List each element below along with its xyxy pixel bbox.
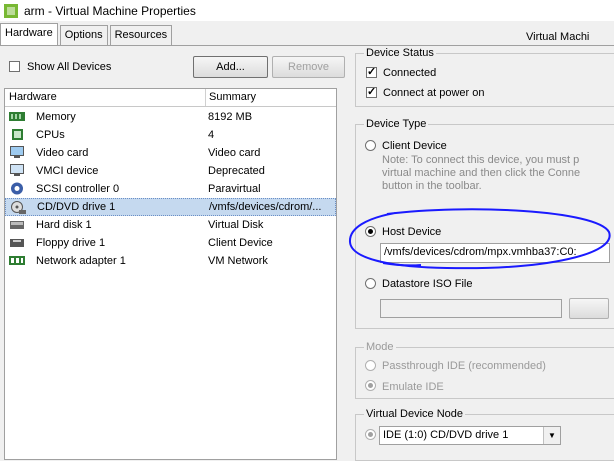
virtual-device-node-title: Virtual Device Node: [364, 408, 466, 420]
host-device-label: Host Device: [382, 226, 442, 238]
vm-app-icon: [4, 3, 18, 18]
cpu-icon: [12, 129, 23, 140]
table-row[interactable]: SCSI controller 0 Paravirtual: [5, 180, 336, 198]
cdrom-icon: [11, 201, 26, 214]
row-summary: VM Network: [208, 255, 268, 267]
passthrough-ide-radio[interactable]: [365, 360, 376, 371]
connect-at-power-on-label: Connect at power on: [383, 87, 485, 99]
tab-resources[interactable]: Resources: [109, 25, 173, 45]
network-icon: [9, 256, 25, 265]
virtual-machine-version-label: Virtual Machi: [526, 31, 590, 43]
datastore-iso-label: Datastore ISO File: [382, 278, 473, 290]
host-device-select[interactable]: /vmfs/devices/cdrom/mpx.vmhba37:C0:: [380, 243, 610, 263]
connected-label: Connected: [383, 67, 437, 79]
connected-checkbox[interactable]: [366, 65, 377, 78]
connect-at-power-on-checkbox[interactable]: [366, 85, 377, 98]
host-device-radio[interactable]: [365, 226, 376, 237]
tab-strip: Hardware Options Resources: [0, 23, 174, 45]
client-device-note: Note: To connect this device, you must p…: [382, 154, 580, 193]
device-type-title: Device Type: [364, 118, 429, 130]
video-card-icon: [10, 146, 24, 158]
window-title: arm - Virtual Machine Properties: [24, 3, 196, 18]
tab-options[interactable]: Options: [59, 25, 108, 45]
column-separator[interactable]: [205, 89, 206, 106]
note-line: virtual machine and then click the Conne: [382, 167, 581, 179]
chevron-down-icon[interactable]: ▼: [543, 427, 560, 444]
client-device-label: Client Device: [382, 140, 447, 152]
show-all-devices-checkbox[interactable]: [9, 61, 20, 72]
row-name: CPUs: [36, 129, 65, 141]
client-device-radio[interactable]: [365, 140, 376, 151]
row-name: VMCI device: [36, 165, 99, 177]
datastore-iso-path-input[interactable]: [380, 299, 562, 318]
row-summary: 8192 MB: [208, 111, 253, 123]
datastore-iso-radio[interactable]: [365, 278, 376, 289]
memory-icon: [9, 112, 25, 121]
hardware-list[interactable]: Hardware Summary Memory 8192 MB CPUs 4 V…: [4, 88, 337, 460]
hardware-list-header: Hardware Summary: [5, 89, 336, 107]
note-line: Note: To connect this device, you must p: [382, 154, 580, 166]
hard-disk-icon: [10, 221, 24, 229]
row-summary: /vmfs/devices/cdrom/...: [209, 201, 322, 213]
table-row[interactable]: Network adapter 1 VM Network: [5, 252, 336, 270]
scsi-icon: [11, 182, 23, 195]
tab-hardware[interactable]: Hardware: [0, 23, 58, 45]
row-name: Hard disk 1: [36, 219, 92, 231]
title-bar: arm - Virtual Machine Properties: [0, 0, 614, 21]
virtual-device-node-select[interactable]: IDE (1:0) CD/DVD drive 1 ▼: [379, 426, 561, 445]
row-summary: Paravirtual: [208, 183, 261, 195]
emulate-ide-radio[interactable]: [365, 380, 376, 391]
row-summary: Client Device: [208, 237, 273, 249]
emulate-ide-label: Emulate IDE: [382, 381, 444, 393]
vmci-icon: [10, 164, 24, 176]
row-name: Network adapter 1: [36, 255, 126, 267]
note-line: button in the toolbar.: [382, 180, 482, 192]
row-summary: 4: [208, 129, 215, 141]
table-row[interactable]: Hard disk 1 Virtual Disk: [5, 216, 336, 234]
mode-title: Mode: [364, 341, 396, 353]
browse-button[interactable]: [569, 298, 609, 319]
row-summary: Video card: [208, 147, 261, 159]
row-name: CD/DVD drive 1: [37, 201, 116, 213]
table-row[interactable]: Video card Video card: [5, 144, 336, 162]
show-all-devices-label: Show All Devices: [27, 61, 112, 73]
column-header-summary[interactable]: Summary: [209, 91, 256, 103]
virtual-device-node-value: IDE (1:0) CD/DVD drive 1: [383, 429, 509, 441]
floppy-icon: [10, 239, 24, 247]
row-name: Memory: [36, 111, 76, 123]
remove-button[interactable]: Remove: [272, 56, 345, 78]
row-name: Video card: [36, 147, 89, 159]
table-row[interactable]: Floppy drive 1 Client Device: [5, 234, 336, 252]
row-name: Floppy drive 1: [36, 237, 106, 249]
table-row[interactable]: Memory 8192 MB: [5, 108, 336, 126]
table-row-selected[interactable]: CD/DVD drive 1 /vmfs/devices/cdrom/...: [5, 198, 336, 216]
device-status-title: Device Status: [364, 47, 436, 59]
table-row[interactable]: CPUs 4: [5, 126, 336, 144]
tab-panel-border: [0, 45, 614, 46]
row-name: SCSI controller 0: [36, 183, 120, 195]
row-summary: Virtual Disk: [208, 219, 264, 231]
column-header-hardware[interactable]: Hardware: [9, 91, 57, 103]
passthrough-ide-label: Passthrough IDE (recommended): [382, 360, 546, 372]
add-button[interactable]: Add...: [193, 56, 268, 78]
table-row[interactable]: VMCI device Deprecated: [5, 162, 336, 180]
row-summary: Deprecated: [208, 165, 265, 177]
device-node-radio[interactable]: [365, 429, 376, 440]
